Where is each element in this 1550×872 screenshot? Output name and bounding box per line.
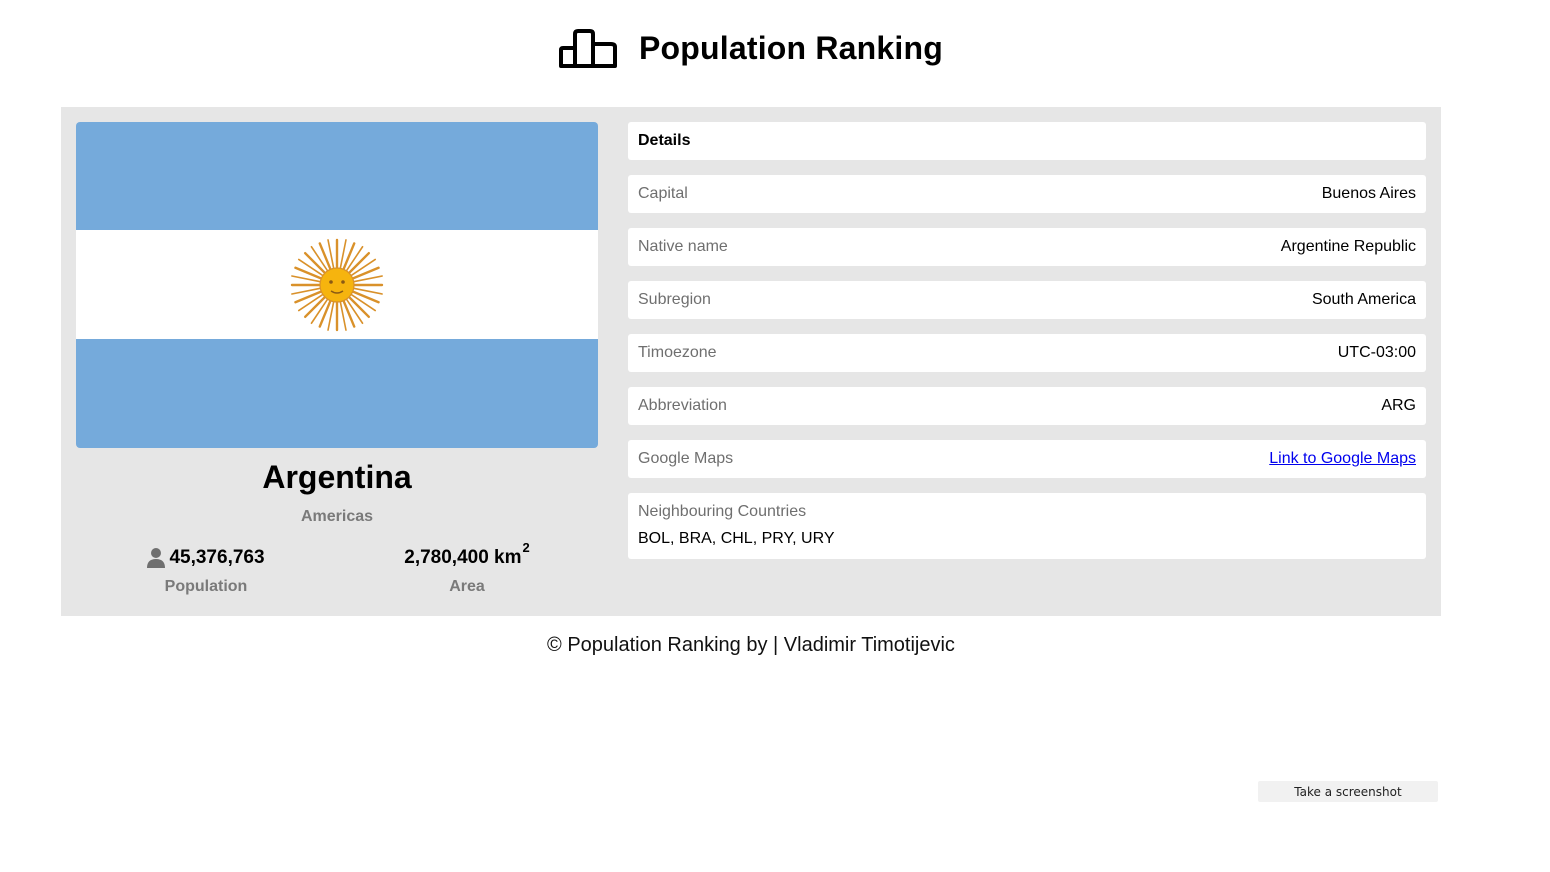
page-title: Population Ranking <box>638 29 944 66</box>
footer-text: © Population Ranking by | Vladimir Timot… <box>547 634 955 656</box>
area-stat: 2,780,400 km2 Area <box>337 539 597 596</box>
detail-row-neighbours: Neighbouring Countries BOL, BRA, CHL, PR… <box>628 493 1426 559</box>
neighbours-value: BOL, BRA, CHL, PRY, URY <box>638 530 835 547</box>
detail-value: UTC-03:00 <box>1337 344 1416 361</box>
country-region: Americas <box>300 508 374 525</box>
sun-of-may-icon <box>290 238 384 332</box>
detail-row-timezone: Timoezone UTC-03:00 <box>628 334 1426 372</box>
google-maps-link[interactable]: Link to Google Maps <box>1269 450 1416 468</box>
country-panel: Argentina Americas 45,376,763 Population… <box>61 107 1441 616</box>
country-name: Argentina <box>262 459 412 495</box>
detail-row-subregion: Subregion South America <box>628 281 1426 319</box>
detail-row-native-name: Native name Argentine Republic <box>628 228 1426 266</box>
population-value: 45,376,763 <box>169 547 265 568</box>
podium-icon <box>558 29 617 68</box>
detail-value: ARG <box>1381 397 1416 414</box>
detail-row-google-maps: Google Maps Link to Google Maps <box>628 440 1426 478</box>
page-header: Population Ranking <box>0 18 1502 78</box>
population-label: Population <box>164 578 248 595</box>
details-title: Details <box>628 122 1426 160</box>
detail-key: Subregion <box>638 291 711 308</box>
detail-row-capital: Capital Buenos Aires <box>628 175 1426 213</box>
detail-key: Capital <box>638 185 688 202</box>
area-value: 2,780,400 km2 <box>404 539 530 568</box>
population-stat: 45,376,763 Population <box>76 547 336 596</box>
detail-key: Timoezone <box>638 344 717 361</box>
detail-value: Argentine Republic <box>1280 238 1416 255</box>
detail-key: Google Maps <box>638 450 734 467</box>
detail-value: South America <box>1311 291 1416 308</box>
details-list: Details Capital Buenos Aires Native name… <box>628 122 1426 574</box>
detail-key: Native name <box>638 238 728 255</box>
detail-row-abbreviation: Abbreviation ARG <box>628 387 1426 425</box>
detail-key: Neighbouring Countries <box>638 503 807 520</box>
area-label: Area <box>449 578 485 595</box>
detail-value: Buenos Aires <box>1321 185 1416 202</box>
take-screenshot-button[interactable]: Take a screenshot <box>1258 781 1438 802</box>
person-icon <box>147 548 166 568</box>
country-flag <box>76 122 598 448</box>
detail-key: Abbreviation <box>638 397 727 414</box>
